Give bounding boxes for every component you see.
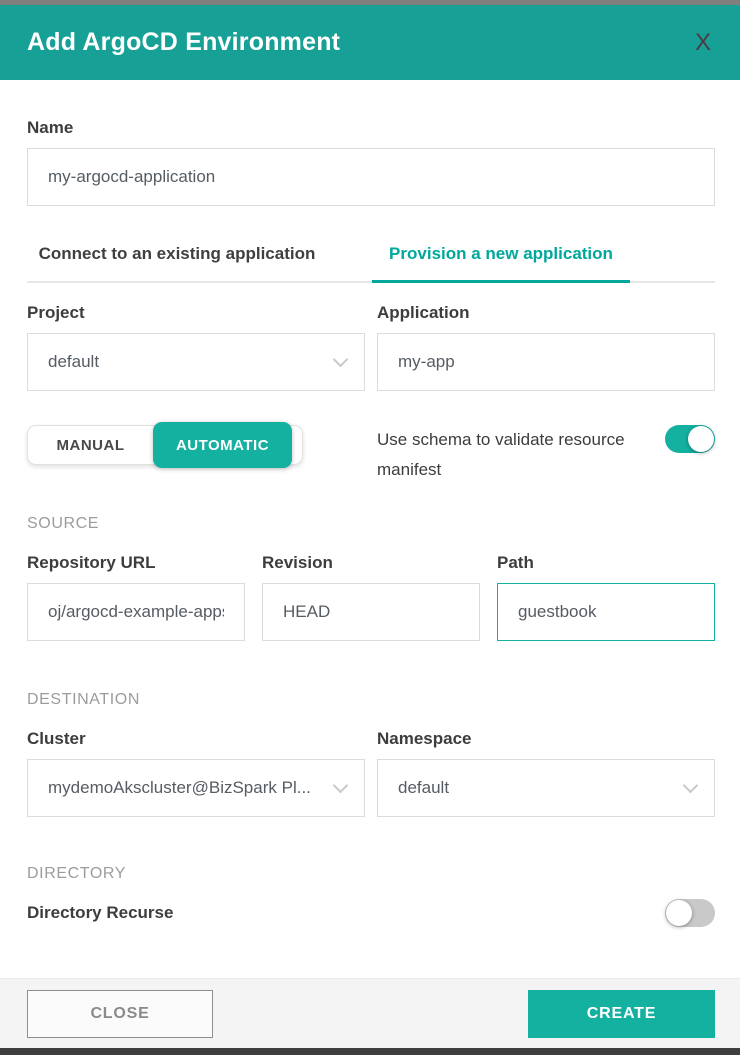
sync-mode-block: MANUAL AUTOMATIC [27, 425, 365, 465]
toggle-knob [666, 900, 692, 926]
project-select[interactable]: default [27, 333, 365, 391]
directory-recurse-label: Directory Recurse [27, 903, 173, 923]
modal-header: Add ArgoCD Environment X [0, 5, 740, 80]
manual-button[interactable]: MANUAL [28, 437, 153, 454]
path-input[interactable] [497, 583, 715, 641]
chevron-down-icon [683, 777, 699, 793]
directory-recurse-toggle[interactable] [665, 899, 715, 927]
project-application-row: Project default Application [27, 303, 715, 391]
directory-section-label: DIRECTORY [27, 865, 715, 883]
namespace-label: Namespace [377, 729, 715, 749]
application-label: Application [377, 303, 715, 323]
repository-url-label: Repository URL [27, 553, 245, 573]
application-field-block: Application [377, 303, 715, 391]
chevron-down-icon [333, 351, 349, 367]
source-section-label: SOURCE [27, 515, 715, 533]
name-field-block: Name [27, 118, 715, 206]
project-label: Project [27, 303, 365, 323]
project-select-value: default [48, 352, 99, 372]
cluster-select[interactable]: mydemoAkscluster@BizSpark Pl... [27, 759, 365, 817]
close-icon[interactable]: X [691, 29, 715, 57]
revision-block: Revision [262, 553, 480, 641]
cluster-label: Cluster [27, 729, 365, 749]
schema-toggle-block: Use schema to validate resource manifest [377, 425, 715, 485]
close-button[interactable]: CLOSE [27, 990, 213, 1038]
destination-section-label: DESTINATION [27, 691, 715, 709]
tab-bar: Connect to an existing application Provi… [27, 244, 715, 283]
namespace-select-value: default [398, 778, 449, 798]
schema-toggle-label: Use schema to validate resource manifest [377, 425, 632, 485]
toggle-knob [688, 426, 714, 452]
bottom-window-strip [0, 1048, 740, 1055]
name-label: Name [27, 118, 715, 138]
cluster-block: Cluster mydemoAkscluster@BizSpark Pl... [27, 729, 365, 817]
revision-label: Revision [262, 553, 480, 573]
application-input[interactable] [377, 333, 715, 391]
directory-recurse-row: Directory Recurse [27, 899, 715, 927]
create-button[interactable]: CREATE [528, 990, 715, 1038]
modal-footer: CLOSE CREATE [0, 978, 740, 1048]
sync-mode-row: MANUAL AUTOMATIC Use schema to validate … [27, 425, 715, 485]
sync-mode-segmented-control: MANUAL AUTOMATIC [27, 425, 303, 465]
name-input[interactable] [27, 148, 715, 206]
destination-fields-row: Cluster mydemoAkscluster@BizSpark Pl... … [27, 729, 715, 817]
project-field-block: Project default [27, 303, 365, 391]
schema-validate-toggle[interactable] [665, 425, 715, 453]
revision-input[interactable] [262, 583, 480, 641]
add-argocd-environment-modal: Add ArgoCD Environment X Name Connect to… [0, 0, 740, 1058]
automatic-button[interactable]: AUTOMATIC [153, 422, 292, 468]
modal-body: Name Connect to an existing application … [0, 118, 740, 927]
path-label: Path [497, 553, 715, 573]
chevron-down-icon [333, 777, 349, 793]
source-fields-row: Repository URL Revision Path [27, 553, 715, 641]
modal-title: Add ArgoCD Environment [27, 28, 340, 57]
cluster-select-value: mydemoAkscluster@BizSpark Pl... [48, 778, 311, 798]
namespace-select[interactable]: default [377, 759, 715, 817]
repository-url-block: Repository URL [27, 553, 245, 641]
namespace-block: Namespace default [377, 729, 715, 817]
tab-provision-new-application[interactable]: Provision a new application [372, 244, 630, 281]
path-block: Path [497, 553, 715, 641]
repository-url-input[interactable] [27, 583, 245, 641]
tab-connect-existing-application[interactable]: Connect to an existing application [27, 244, 327, 281]
